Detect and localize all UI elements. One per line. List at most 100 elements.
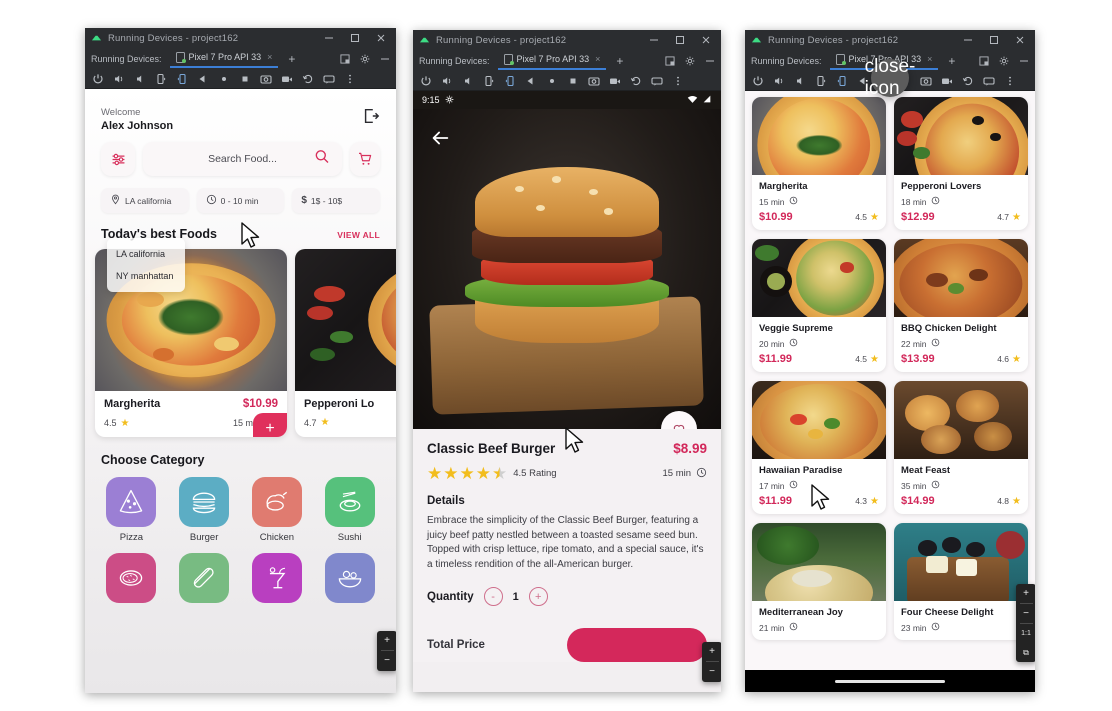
category-item-steak[interactable] [99,553,164,608]
maximize-button[interactable] [675,35,685,45]
rotate-left-icon[interactable] [155,73,167,85]
category-item-sushi[interactable]: Sushi [317,477,382,543]
chip-time[interactable]: 0 - 10 min [196,188,285,213]
view-all-link[interactable]: VIEW ALL [337,230,380,240]
record-icon[interactable] [941,75,953,87]
minimize-button[interactable] [963,35,973,45]
quantity-stepper[interactable]: Quantity - 1 + [427,587,707,606]
maximize-button[interactable] [350,33,360,43]
hide-panel-icon[interactable] [705,56,715,66]
overview-icon[interactable] [567,75,579,87]
close-button[interactable] [701,35,711,45]
settings-gear-icon[interactable] [685,56,695,66]
zoom-widget[interactable]: + − 1:1 ⧉ [1016,584,1035,662]
grid-card[interactable]: Meat Feast 35 min $14.99 4.8 ★ [894,381,1028,514]
more-icon[interactable] [344,73,356,85]
settings-gear-icon[interactable] [999,56,1009,66]
device-tab[interactable]: Pixel 7 Pro API 33 × [169,50,279,68]
more-icon[interactable] [672,75,684,87]
category-item-salad[interactable] [317,553,382,608]
grid-card[interactable]: Margherita 15 min $10.99 4.5 ★ [752,97,886,230]
search-input[interactable]: Search Food... [143,142,342,176]
device-tab[interactable]: Pixel 7 Pro API 33 × [497,52,607,70]
split-window-icon[interactable] [979,55,989,66]
back-arrow-icon[interactable] [429,127,451,154]
minimize-button[interactable] [324,33,334,43]
back-icon[interactable] [525,75,537,87]
zoom-widget[interactable]: + − [377,631,396,671]
zoom-fit-button[interactable]: ⧉ [1016,643,1035,662]
feedback-icon[interactable] [323,73,335,85]
chip-location[interactable]: LA california [101,188,189,213]
rotate-left-icon[interactable] [483,75,495,87]
volume-up-icon[interactable] [113,73,125,85]
device-tab-close-icon[interactable]: × [927,54,932,64]
history-icon[interactable] [630,75,642,87]
rotate-right-icon[interactable] [176,73,188,85]
grid-card[interactable]: Mediterranean Joy 21 min [752,523,886,640]
feedback-icon[interactable] [983,75,995,87]
zoom-in-button[interactable]: + [702,642,721,661]
close-button[interactable] [376,33,386,43]
minimize-button[interactable] [649,35,659,45]
more-icon[interactable] [1004,75,1016,87]
screenshot-icon[interactable] [260,73,272,85]
maximize-button[interactable] [989,35,999,45]
power-icon[interactable] [752,75,764,87]
split-window-icon[interactable] [665,55,675,66]
home-icon[interactable] [218,73,230,85]
rotate-left-icon[interactable] [815,75,827,87]
add-to-cart-button[interactable] [567,628,707,662]
category-item-pizza[interactable]: Pizza [99,477,164,543]
cart-icon[interactable] [350,142,380,176]
category-item-chicken[interactable]: Chicken [245,477,310,543]
split-window-icon[interactable] [340,53,350,64]
search-icon[interactable] [314,149,330,170]
grid-card[interactable]: Four Cheese Delight 23 min [894,523,1028,640]
record-icon[interactable] [281,73,293,85]
add-to-cart-button[interactable]: + [253,413,287,437]
zoom-out-button[interactable]: − [377,651,396,670]
home-icon[interactable] [546,75,558,87]
power-icon[interactable] [92,73,104,85]
sliders-icon[interactable] [101,142,135,176]
feedback-icon[interactable] [651,75,663,87]
category-item-burger[interactable]: Burger [172,477,237,543]
category-item-hotdog[interactable] [172,553,237,608]
logout-icon[interactable] [362,107,380,125]
zoom-out-button[interactable]: − [702,662,721,681]
overview-icon[interactable] [239,73,251,85]
grid-card[interactable]: Pepperoni Lovers 18 min $12.99 4.7 ★ [894,97,1028,230]
rotate-right-icon[interactable] [504,75,516,87]
quantity-decrement-button[interactable]: - [483,587,503,606]
power-icon[interactable] [420,75,432,87]
grid-card[interactable]: BBQ Chicken Delight 22 min $13.99 4.6 ★ [894,239,1028,372]
food-card[interactable]: Pepperoni Lo 4.7 ★ [295,249,396,437]
hide-panel-icon[interactable] [380,54,390,64]
screenshot-icon[interactable] [588,75,600,87]
new-device-tab-button[interactable]: + [288,52,295,66]
zoom-in-button[interactable]: + [377,631,396,650]
zoom-in-button[interactable]: + [1016,584,1035,603]
history-icon[interactable] [302,73,314,85]
hide-panel-icon[interactable] [1019,56,1029,66]
volume-down-icon[interactable] [134,73,146,85]
close-button[interactable] [1015,35,1025,45]
close-icon[interactable]: close-icon [865,56,916,99]
new-device-tab-button[interactable]: + [616,54,623,68]
volume-up-icon[interactable] [773,75,785,87]
zoom-actual-size-button[interactable]: 1:1 [1016,624,1035,643]
rotate-right-icon[interactable] [836,75,848,87]
device-tab-close-icon[interactable]: × [595,54,600,64]
dropdown-option-1[interactable]: NY manhattan [107,265,185,287]
screenshot-icon[interactable] [920,75,932,87]
volume-down-icon[interactable] [794,75,806,87]
zoom-out-button[interactable]: − [1016,604,1035,623]
volume-up-icon[interactable] [441,75,453,87]
category-item-drink[interactable] [245,553,310,608]
new-device-tab-button[interactable]: + [948,54,955,68]
history-icon[interactable] [962,75,974,87]
device-tab-close-icon[interactable]: × [267,52,272,62]
settings-gear-icon[interactable] [360,54,370,64]
home-gesture-pill[interactable] [835,679,945,683]
